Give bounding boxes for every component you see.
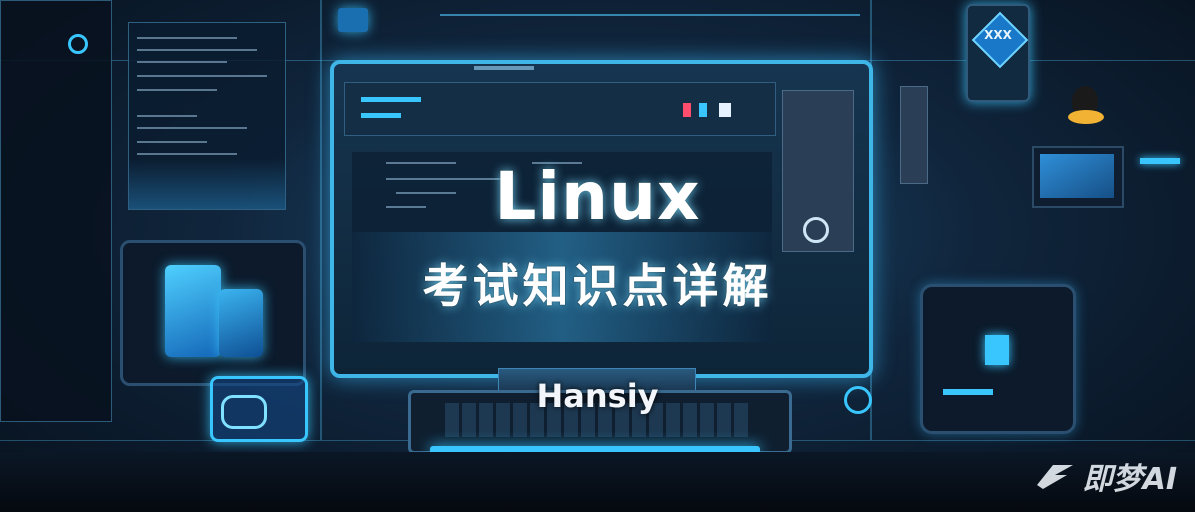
logo-panel: XXX bbox=[966, 4, 1030, 102]
badge-text: XXX bbox=[984, 28, 1012, 42]
penguin-icon bbox=[1062, 80, 1110, 140]
author: Hansiy bbox=[536, 377, 659, 415]
top-badge bbox=[338, 8, 368, 32]
floor bbox=[0, 452, 1195, 512]
watermark: 即梦AI bbox=[1035, 454, 1177, 498]
title: Linux bbox=[494, 158, 701, 235]
ring-icon bbox=[68, 34, 88, 54]
bg-line bbox=[440, 14, 860, 16]
scene: XXX Linux 考试知识点详解 Hansiy 即梦AI bbox=[0, 0, 1195, 512]
watermark-text: 即梦AI bbox=[1082, 462, 1177, 497]
subtitle: 考试知识点详解 bbox=[422, 259, 773, 313]
logo-icon bbox=[1035, 461, 1075, 491]
